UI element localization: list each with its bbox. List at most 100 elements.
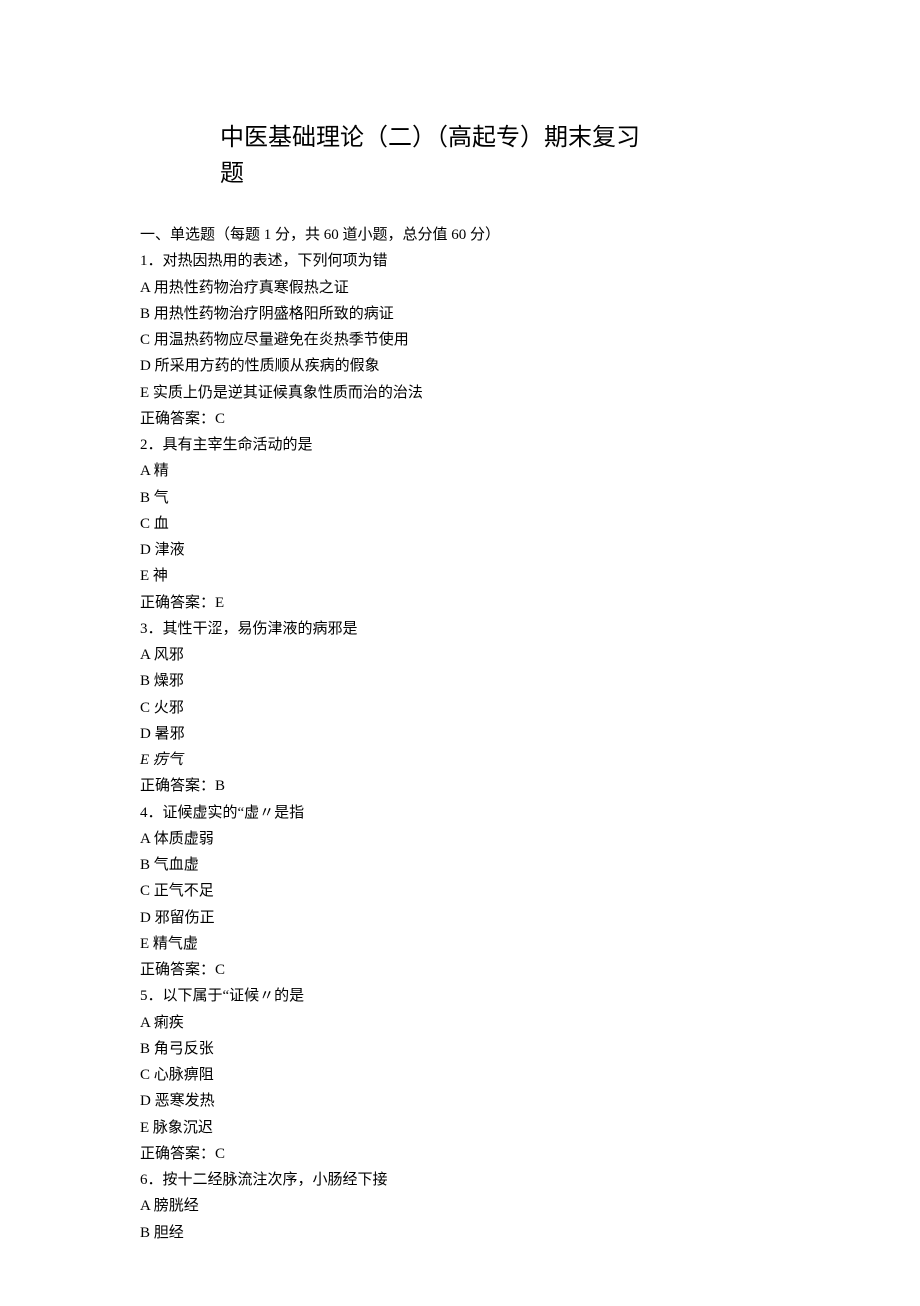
option-text: 用热性药物治疗阴盛格阳所致的病证: [150, 306, 394, 322]
option-text: 膀胱经: [150, 1198, 199, 1214]
option-text: 用温热药物应尽量避免在炎热季节使用: [150, 332, 409, 348]
option-key: D: [140, 726, 151, 742]
option-key: E: [140, 568, 149, 584]
option-line: C 血: [140, 511, 780, 537]
question-stem-text: ．按十二经脉流注次序，小肠经下接: [148, 1172, 388, 1188]
question-number: 1: [140, 253, 148, 269]
option-line: C 正气不足: [140, 878, 780, 904]
option-key: C: [140, 1067, 150, 1083]
question-stem: 4．证候虚实的“虚〃是指: [140, 800, 780, 826]
option-line: B 气血虚: [140, 852, 780, 878]
option-text: 气血虚: [150, 857, 199, 873]
option-key: A: [140, 647, 150, 663]
option-key: C: [140, 516, 150, 532]
option-key: E: [140, 752, 149, 768]
question-number: 2: [140, 437, 148, 453]
option-line: B 角弓反张: [140, 1036, 780, 1062]
option-key: C: [140, 700, 150, 716]
option-text: 痢疾: [150, 1015, 184, 1031]
option-text: 恶寒发热: [151, 1093, 215, 1109]
option-line: B 燥邪: [140, 668, 780, 694]
option-line: D 所采用方药的性质顺从疾病的假象: [140, 353, 780, 379]
option-line: E 实质上仍是逆其证候真象性质而治的治法: [140, 380, 780, 406]
option-key: A: [140, 463, 150, 479]
option-line: D 邪留伤正: [140, 905, 780, 931]
option-key: A: [140, 1015, 150, 1031]
option-text: 体质虚弱: [150, 831, 214, 847]
option-key: B: [140, 1225, 150, 1241]
option-key: A: [140, 1198, 150, 1214]
option-text: 神: [149, 568, 168, 584]
question-stem-text: ．其性干涩，易伤津液的病邪是: [148, 621, 358, 637]
option-line: A 痢疾: [140, 1010, 780, 1036]
question-number: 6: [140, 1172, 148, 1188]
option-line: D 恶寒发热: [140, 1088, 780, 1114]
option-text: 暑邪: [151, 726, 185, 742]
option-line: A 精: [140, 458, 780, 484]
option-text: 实质上仍是逆其证候真象性质而治的治法: [149, 385, 423, 401]
answer-label: 正确答案：: [140, 411, 215, 427]
question-stem-text: ．对热因热用的表述，下列何项为错: [148, 253, 388, 269]
answer-line: 正确答案：C: [140, 406, 780, 432]
answer-value: C: [215, 1146, 225, 1162]
section-header: 一、单选题（每题 1 分，共 60 道小题，总分值 60 分）: [140, 222, 780, 248]
option-key: D: [140, 910, 151, 926]
question-stem: 2．具有主宰生命活动的是: [140, 432, 780, 458]
option-text: 胆经: [150, 1225, 184, 1241]
option-key: D: [140, 542, 151, 558]
option-line: C 心脉痹阻: [140, 1062, 780, 1088]
question-stem-text: ．以下属于“证候〃的是: [148, 988, 305, 1004]
option-text: 火邪: [150, 700, 184, 716]
option-key: B: [140, 857, 150, 873]
option-text: 精气虚: [149, 936, 198, 952]
option-line: C 用温热药物应尽量避免在炎热季节使用: [140, 327, 780, 353]
option-key: B: [140, 306, 150, 322]
option-line: B 胆经: [140, 1220, 780, 1246]
option-line: A 体质虚弱: [140, 826, 780, 852]
option-line: E 神: [140, 563, 780, 589]
option-key: C: [140, 883, 150, 899]
option-text: 风邪: [150, 647, 184, 663]
option-text: 邪留伤正: [151, 910, 215, 926]
option-text: 角弓反张: [150, 1041, 214, 1057]
option-line: E 疠气: [140, 747, 780, 773]
option-line: D 暑邪: [140, 721, 780, 747]
answer-label: 正确答案：: [140, 595, 215, 611]
option-text: 用热性药物治疗真寒假热之证: [150, 280, 349, 296]
option-text: 所采用方药的性质顺从疾病的假象: [151, 358, 380, 374]
option-line: E 脉象沉迟: [140, 1115, 780, 1141]
option-line: A 用热性药物治疗真寒假热之证: [140, 275, 780, 301]
questions-container: 1．对热因热用的表述，下列何项为错A 用热性药物治疗真寒假热之证B 用热性药物治…: [140, 248, 780, 1246]
answer-line: 正确答案：C: [140, 957, 780, 983]
option-key: B: [140, 673, 150, 689]
option-key: E: [140, 1120, 149, 1136]
option-line: D 津液: [140, 537, 780, 563]
option-line: A 风邪: [140, 642, 780, 668]
option-key: E: [140, 936, 149, 952]
question-number: 3: [140, 621, 148, 637]
question-number: 5: [140, 988, 148, 1004]
option-text: 心脉痹阻: [150, 1067, 214, 1083]
answer-line: 正确答案：B: [140, 773, 780, 799]
answer-label: 正确答案：: [140, 962, 215, 978]
question-stem: 1．对热因热用的表述，下列何项为错: [140, 248, 780, 274]
option-text: 精: [150, 463, 169, 479]
question-stem-text: ．证候虚实的“虚〃是指: [148, 805, 305, 821]
option-key: B: [140, 490, 150, 506]
page-title: 中医基础理论（二）（高起专）期末复习题: [220, 120, 660, 192]
option-line: E 精气虚: [140, 931, 780, 957]
option-text: 脉象沉迟: [149, 1120, 213, 1136]
question-stem: 5．以下属于“证候〃的是: [140, 983, 780, 1009]
question-stem: 3．其性干涩，易伤津液的病邪是: [140, 616, 780, 642]
question-stem-text: ．具有主宰生命活动的是: [148, 437, 313, 453]
option-line: C 火邪: [140, 695, 780, 721]
answer-value: C: [215, 962, 225, 978]
document-page: 中医基础理论（二）（高起专）期末复习题 一、单选题（每题 1 分，共 60 道小…: [0, 0, 920, 1306]
answer-value: C: [215, 411, 225, 427]
option-key: E: [140, 385, 149, 401]
option-key: A: [140, 280, 150, 296]
option-text: 正气不足: [150, 883, 214, 899]
option-text: 气: [150, 490, 169, 506]
answer-line: 正确答案：E: [140, 590, 780, 616]
option-line: B 用热性药物治疗阴盛格阳所致的病证: [140, 301, 780, 327]
